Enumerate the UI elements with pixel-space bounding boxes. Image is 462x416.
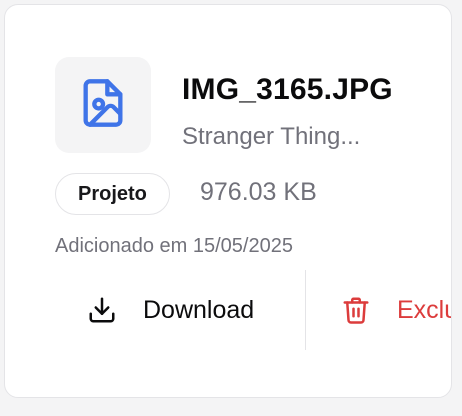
delete-label: Excluir	[397, 295, 451, 324]
download-label: Download	[143, 295, 255, 324]
project-name: Stranger Thing...	[182, 123, 361, 150]
file-size: 976.03 KB	[200, 178, 317, 206]
file-thumbnail	[55, 57, 151, 153]
delete-button[interactable]: Excluir	[341, 287, 451, 333]
download-icon	[87, 295, 117, 325]
file-name: IMG_3165.JPG	[182, 73, 393, 106]
trash-icon	[341, 295, 371, 325]
action-divider	[305, 270, 306, 350]
category-badge: Projeto	[55, 173, 170, 215]
image-file-icon	[77, 77, 129, 134]
added-date: Adicionado em 15/05/2025	[55, 235, 293, 257]
download-button[interactable]: Download	[87, 287, 254, 333]
file-card: IMG_3165.JPG Stranger Thing... Projeto 9…	[4, 4, 452, 398]
